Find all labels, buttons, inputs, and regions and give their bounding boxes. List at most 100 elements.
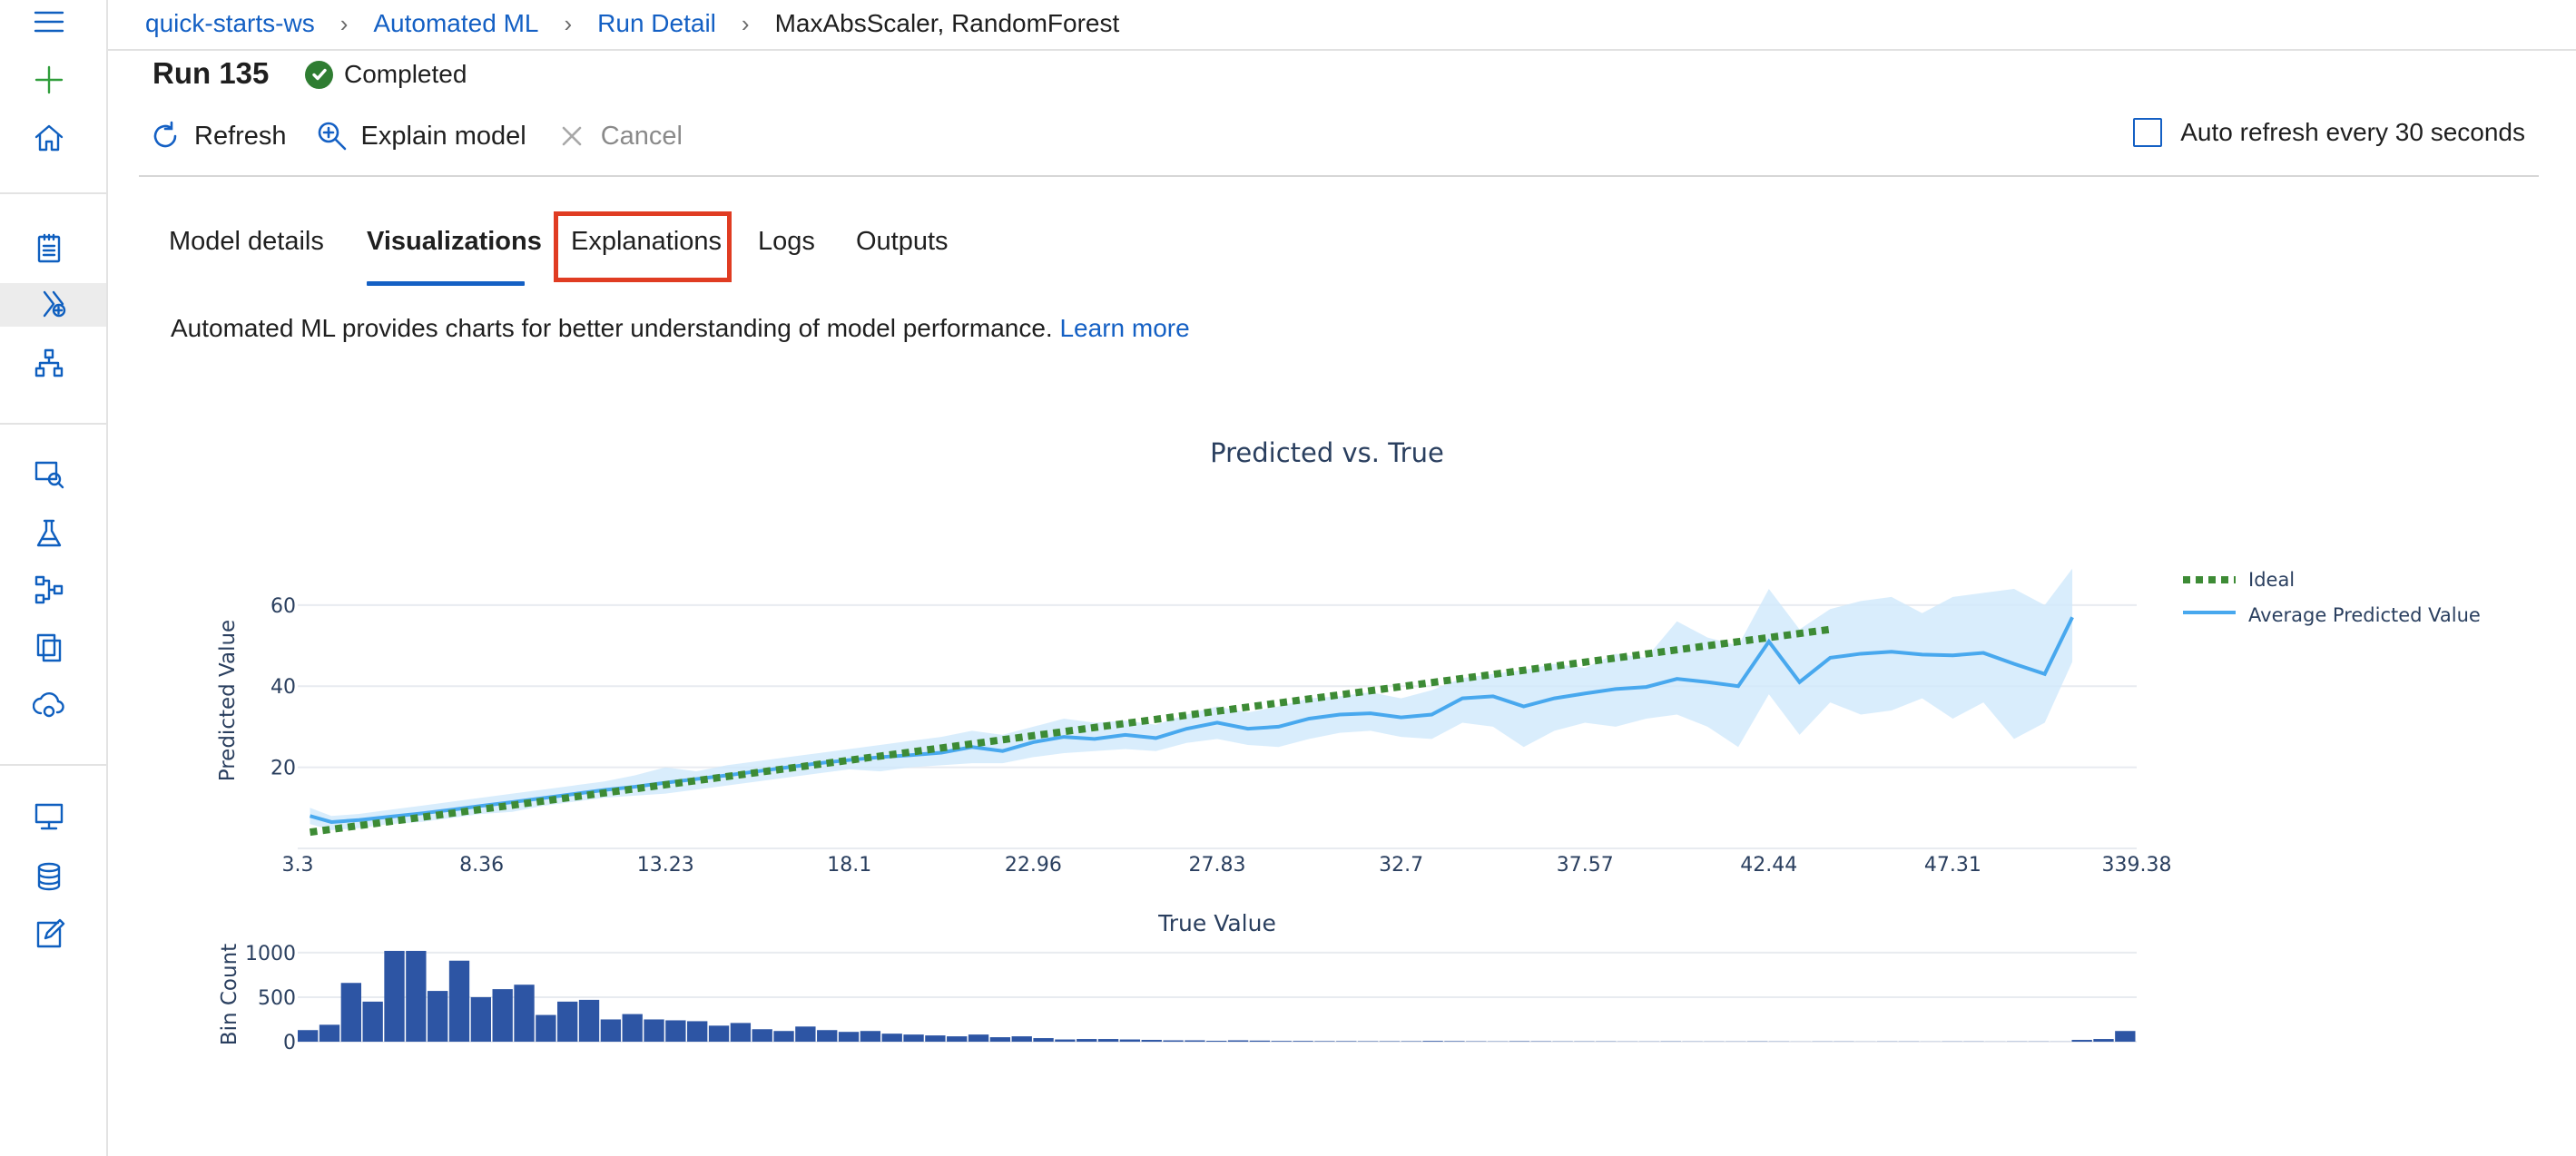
histogram-bar [687,1021,708,1042]
series-line-average-predicted-value [309,616,2074,824]
predicted-vs-true-chart: Predicted vs. True 20 40 60 3.3 8.36 13.23 18… [216,437,2481,1054]
histogram-bar [1336,1041,1357,1042]
cancel-label: Cancel [600,121,683,151]
histogram-bar [384,950,405,1042]
histogram-bar [968,1034,989,1042]
close-icon [562,126,582,146]
tab-logs[interactable]: Logs [758,227,815,269]
x-tick-label: 22.96 [1005,854,1062,877]
refresh-button[interactable]: Refresh [149,120,287,152]
tab-visualizations[interactable]: Visualizations [367,227,542,269]
x-axis-title: True Value [1157,910,1276,936]
histogram-bar [644,1019,664,1042]
models-icon[interactable] [27,626,71,670]
histogram-bar [947,1036,968,1042]
active-tab-indicator [367,281,525,286]
toolbar-divider [139,175,2539,177]
datasets-icon[interactable] [27,452,71,495]
y-axis-title: Predicted Value [216,620,240,781]
histogram-bar [881,1034,902,1042]
x-tick-label: 13.23 [637,854,694,877]
histogram-bar [428,991,448,1042]
histogram-bar [1097,1039,1119,1042]
x-tick-label: 37.57 [1557,854,1614,877]
auto-refresh-checkbox[interactable]: Auto refresh every 30 seconds [2133,118,2525,147]
checkmark-icon [305,60,333,89]
histogram-y-tick-label: 0 [283,1032,296,1054]
breadcrumb-automated-ml-link[interactable]: Automated ML [373,9,538,38]
histogram-bar [665,1020,686,1042]
auto-refresh-label: Auto refresh every 30 seconds [2180,118,2525,146]
histogram-bar [752,1029,772,1042]
compute-icon[interactable] [27,795,71,838]
left-nav-rail [0,0,108,1156]
data-labeling-icon[interactable] [27,913,71,956]
breadcrumb-workspace-link[interactable]: quick-starts-ws [145,9,315,38]
hamburger-menu-icon[interactable] [27,0,71,44]
x-tick-label: 47.31 [1924,854,1981,877]
explain-model-label: Explain model [360,121,526,151]
confidence-band [310,568,2073,830]
histogram-bar [1249,1040,1271,1042]
endpoints-icon[interactable] [27,684,71,728]
histogram-bar [1227,1040,1249,1042]
histogram-bar [1271,1041,1292,1042]
histogram-bar [406,950,427,1042]
legend-label-average-predicted-value: Average Predicted Value [2248,604,2481,626]
status-badge: Completed [305,60,467,89]
breadcrumb-run-detail-link[interactable]: Run Detail [597,9,716,38]
histogram-bar [730,1023,752,1042]
histogram-y-tick-label: 1000 [245,943,296,965]
cancel-button[interactable]: Cancel [556,120,683,152]
histogram-bar [1141,1040,1162,1042]
histogram-bar [1077,1039,1097,1042]
experiments-icon[interactable] [27,512,71,555]
home-icon[interactable] [27,116,71,160]
plus-create-icon[interactable] [27,58,71,102]
histogram-bar [1011,1036,1032,1042]
explanations-highlight-box [554,211,732,282]
histogram-bar [492,989,513,1042]
histogram-bar [1206,1041,1227,1042]
histogram-bar [470,996,492,1042]
automated-ml-icon[interactable] [0,283,106,327]
header-divider [108,49,2576,51]
histogram-bar [1314,1041,1335,1042]
chevron-right-icon: › [339,9,349,37]
y-tick-label: 60 [270,595,296,618]
histogram-bar [1163,1040,1184,1042]
histogram-bar [1422,1041,1443,1042]
zoom-in-icon [318,122,346,151]
status-text: Completed [344,60,467,88]
checkbox-box[interactable] [2133,118,2163,147]
histogram-bar [1055,1039,1076,1042]
histogram-bar [795,1026,816,1042]
x-tick-label: 8.36 [459,854,504,877]
histogram-bar [989,1037,1011,1042]
series-line-ideal [309,625,1831,837]
histogram-y-tick-label: 500 [258,987,296,1010]
histogram-bar [298,1030,319,1042]
histogram-bar [1444,1041,1465,1042]
histogram-bar [1033,1038,1054,1042]
refresh-label: Refresh [194,121,287,151]
designer-icon[interactable] [27,341,71,385]
x-tick-label: 3.3 [282,854,314,877]
description: Automated ML provides charts for better … [171,314,1190,343]
pipelines-icon[interactable] [27,568,71,612]
learn-more-link[interactable]: Learn more [1059,314,1189,342]
datastores-icon[interactable] [27,855,71,898]
tab-outputs[interactable]: Outputs [856,227,949,269]
histogram-bar [925,1035,946,1042]
chart-title: Predicted vs. True [1210,437,1444,468]
histogram-bars [298,950,2136,1042]
histogram-bar [557,1001,578,1042]
breadcrumb-current: MaxAbsScaler, RandomForest [774,9,1120,37]
histogram-bar [536,1014,556,1042]
breadcrumb: quick-starts-ws › Automated ML › Run Det… [145,5,1119,42]
explain-model-button[interactable]: Explain model [316,120,526,152]
notebook-icon[interactable] [27,227,71,270]
page-title: Run 135 [152,56,270,90]
tab-model-details[interactable]: Model details [169,227,324,269]
legend-label-ideal: Ideal [2248,569,2295,591]
